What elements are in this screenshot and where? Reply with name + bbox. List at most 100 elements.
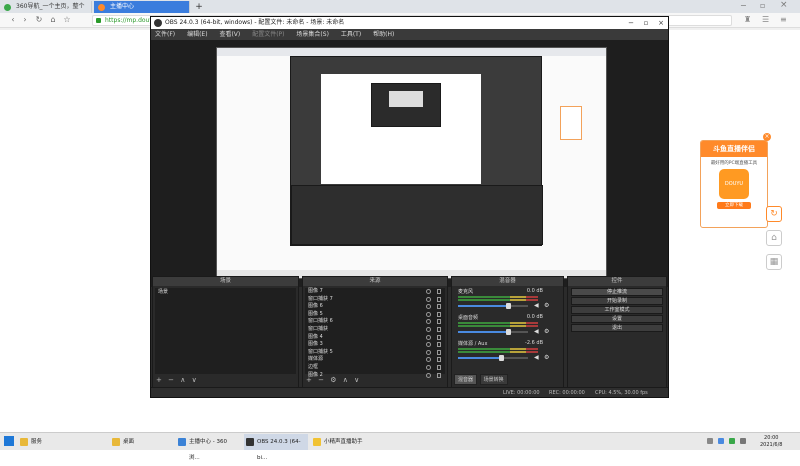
eye-icon[interactable]	[426, 319, 431, 325]
reload-button[interactable]: ↻	[34, 15, 44, 25]
source-item[interactable]: 窗口捕获 7	[305, 296, 445, 304]
source-item[interactable]: 边框	[305, 364, 445, 372]
eye-icon[interactable]	[426, 357, 431, 363]
speaker-icon[interactable]: ◀	[534, 354, 540, 361]
eye-icon[interactable]	[426, 289, 431, 294]
slider-knob[interactable]	[499, 355, 505, 361]
volume-slider[interactable]	[458, 329, 528, 335]
lock-icon[interactable]	[437, 296, 441, 302]
eye-icon[interactable]	[426, 326, 431, 332]
speaker-icon[interactable]: ◀	[534, 302, 540, 309]
grid-side-button[interactable]: ▦	[766, 254, 782, 270]
ad-close-button[interactable]: ×	[763, 133, 771, 141]
refresh-side-button[interactable]: ↻	[766, 206, 782, 222]
eye-icon[interactable]	[426, 311, 431, 317]
slider-knob[interactable]	[506, 329, 512, 335]
source-item[interactable]: 图像 3	[305, 341, 445, 349]
obs-minimize-icon[interactable]: −	[624, 17, 638, 29]
source-properties-button[interactable]: ⚙	[330, 376, 336, 384]
studio-mode-button[interactable]: 工作室模式	[571, 306, 663, 314]
eye-icon[interactable]	[426, 372, 431, 378]
source-item[interactable]: 窗口捕获 6	[305, 318, 445, 326]
shield-icon[interactable]: ♜	[744, 15, 751, 24]
source-item[interactable]: 图像 6	[305, 303, 445, 311]
eye-icon[interactable]	[426, 364, 431, 370]
eye-icon[interactable]	[426, 342, 431, 348]
menu-scene-collection[interactable]: 场景集合(S)	[296, 31, 329, 38]
obs-maximize-icon[interactable]: ▫	[639, 17, 653, 29]
menu-view[interactable]: 查看(V)	[219, 31, 240, 38]
forward-button[interactable]: ›	[20, 15, 30, 25]
menu-edit[interactable]: 编辑(E)	[187, 31, 207, 38]
lock-icon[interactable]	[437, 319, 441, 325]
menu-tools[interactable]: 工具(T)	[341, 31, 361, 38]
lock-icon[interactable]	[437, 334, 441, 340]
new-tab-button[interactable]: +	[192, 1, 206, 13]
remove-scene-button[interactable]: −	[168, 376, 174, 384]
menu-profile[interactable]: 配置文件(P)	[252, 31, 284, 38]
lock-icon[interactable]	[437, 289, 441, 294]
lock-icon[interactable]	[437, 349, 441, 355]
lock-icon[interactable]	[437, 372, 441, 378]
minimize-icon[interactable]: −	[740, 1, 747, 10]
move-source-down-button[interactable]: ∨	[354, 376, 359, 384]
scenes-list[interactable]: 场景	[155, 288, 296, 374]
menu-file[interactable]: 文件(F)	[155, 31, 175, 38]
taskbar-item[interactable]: 主播中心 - 360浏...	[176, 434, 240, 461]
gear-icon[interactable]: ⚙	[544, 302, 549, 309]
add-source-button[interactable]: +	[306, 376, 312, 384]
source-item[interactable]: 图像 7	[305, 288, 445, 296]
exit-button[interactable]: 退出	[571, 324, 663, 332]
eye-icon[interactable]	[426, 349, 431, 355]
slider-knob[interactable]	[506, 303, 512, 309]
tray-wechat-icon[interactable]	[729, 438, 735, 444]
scene-item[interactable]: 场景	[155, 288, 296, 296]
volume-slider[interactable]	[458, 303, 528, 309]
close-icon[interactable]: ×	[780, 0, 788, 10]
tab-mixer[interactable]: 混音器	[454, 374, 478, 385]
source-item[interactable]: 窗口捕获	[305, 326, 445, 334]
stop-streaming-button[interactable]: 停止推流	[571, 288, 663, 296]
move-source-up-button[interactable]: ∧	[343, 376, 348, 384]
ad-download-button[interactable]: 立即下载	[717, 202, 751, 209]
browser-tab-anchor-center[interactable]: 主播中心	[94, 1, 190, 13]
lock-icon[interactable]	[437, 342, 441, 348]
lock-icon[interactable]	[437, 326, 441, 332]
move-scene-down-button[interactable]: ∨	[192, 376, 197, 384]
favorite-button[interactable]: ☆	[62, 15, 72, 25]
browser-tab-360nav[interactable]: 360导航_一个主页，整个世界	[0, 1, 92, 22]
tray-app-icon[interactable]	[718, 438, 724, 444]
obs-title-bar[interactable]: OBS 24.0.3 (64-bit, windows) - 配置文件: 未命名…	[151, 17, 668, 29]
tray-network-icon[interactable]	[707, 438, 713, 444]
tray-volume-icon[interactable]	[740, 438, 746, 444]
taskbar-item[interactable]: 小精声直播助手	[311, 434, 387, 450]
home-button[interactable]: ⌂	[48, 15, 58, 25]
gear-icon[interactable]: ⚙	[544, 354, 549, 361]
sources-list[interactable]: 图像 7 窗口捕获 7 图像 6 图像 5 窗口捕获 6 窗口捕获 图像 4 图像 3 窗口捕获…	[305, 288, 445, 378]
menu-icon[interactable]: ≡	[780, 15, 787, 24]
obs-window[interactable]: OBS 24.0.3 (64-bit, windows) - 配置文件: 未命名…	[150, 16, 669, 398]
douyu-assistant-ad[interactable]: 斗鱼直播伴侣 最好用的PC端直播工具 DOUYU 立即下载 ×	[700, 133, 771, 228]
taskbar-item[interactable]: 桌面	[110, 434, 170, 450]
start-icon[interactable]	[4, 436, 14, 446]
eye-icon[interactable]	[426, 304, 431, 310]
remove-source-button[interactable]: −	[318, 376, 324, 384]
eye-icon[interactable]	[426, 296, 431, 302]
back-button[interactable]: ‹	[8, 15, 18, 25]
extension-icon[interactable]: ☰	[762, 15, 769, 24]
lock-icon[interactable]	[437, 357, 441, 363]
move-scene-up-button[interactable]: ∧	[180, 376, 185, 384]
start-recording-button[interactable]: 开始录制	[571, 297, 663, 305]
taskbar-item[interactable]: 服务	[18, 434, 100, 450]
speaker-icon[interactable]: ◀	[534, 328, 540, 335]
taskbar-clock[interactable]: 20:00 2021/6/8	[760, 435, 782, 449]
lock-icon[interactable]	[437, 304, 441, 310]
obs-close-icon[interactable]: ×	[654, 17, 668, 29]
restore-icon[interactable]: ▫	[760, 1, 765, 10]
lock-icon[interactable]	[437, 364, 441, 370]
settings-button[interactable]: 设置	[571, 315, 663, 323]
source-item[interactable]: 图像 4	[305, 334, 445, 342]
gear-icon[interactable]: ⚙	[544, 328, 549, 335]
obs-preview[interactable]	[151, 40, 668, 287]
lock-icon[interactable]	[437, 311, 441, 317]
